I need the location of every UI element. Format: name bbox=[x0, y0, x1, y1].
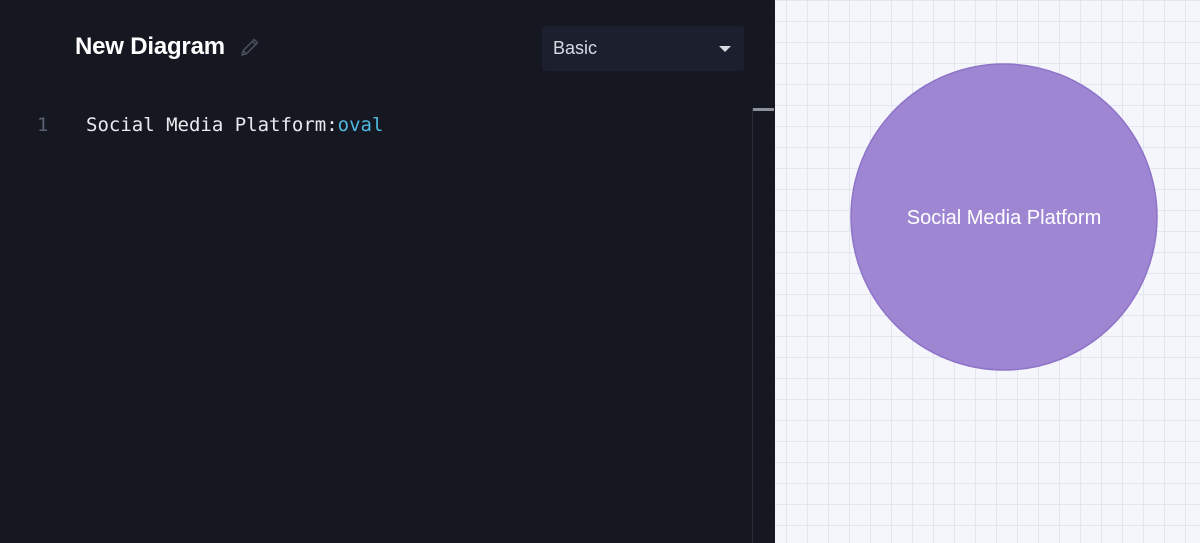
title-group: New Diagram bbox=[75, 33, 261, 61]
theme-select[interactable]: Basic bbox=[542, 26, 744, 71]
scrollbar-thumb[interactable] bbox=[753, 108, 774, 111]
node-label-token: Social Media Platform: bbox=[86, 114, 338, 136]
chevron-down-icon bbox=[719, 45, 731, 52]
editor-header: New Diagram Basic bbox=[0, 0, 775, 98]
oval-node[interactable]: Social Media Platform bbox=[850, 63, 1158, 371]
code-editor[interactable]: 1 Social Media Platform:oval bbox=[0, 108, 752, 543]
code-line[interactable]: 1 Social Media Platform:oval bbox=[0, 108, 752, 142]
app-window: New Diagram Basic 1 Social Media Platfor… bbox=[0, 0, 1200, 543]
theme-select-value: Basic bbox=[553, 38, 598, 58]
shape-keyword-token: oval bbox=[337, 114, 384, 136]
diagram-title[interactable]: New Diagram bbox=[75, 33, 225, 61]
node-label: Social Media Platform bbox=[907, 207, 1102, 229]
diagram-canvas[interactable]: Social Media Platform bbox=[775, 0, 1200, 543]
code-line-text: Social Media Platform:oval bbox=[86, 108, 383, 142]
editor-panel: New Diagram Basic 1 Social Media Platfor… bbox=[0, 0, 775, 543]
scrollbar-track[interactable] bbox=[752, 108, 753, 543]
pencil-icon[interactable] bbox=[239, 36, 261, 58]
line-number: 1 bbox=[37, 114, 49, 136]
diagram-svg: Social Media Platform bbox=[850, 63, 1158, 371]
